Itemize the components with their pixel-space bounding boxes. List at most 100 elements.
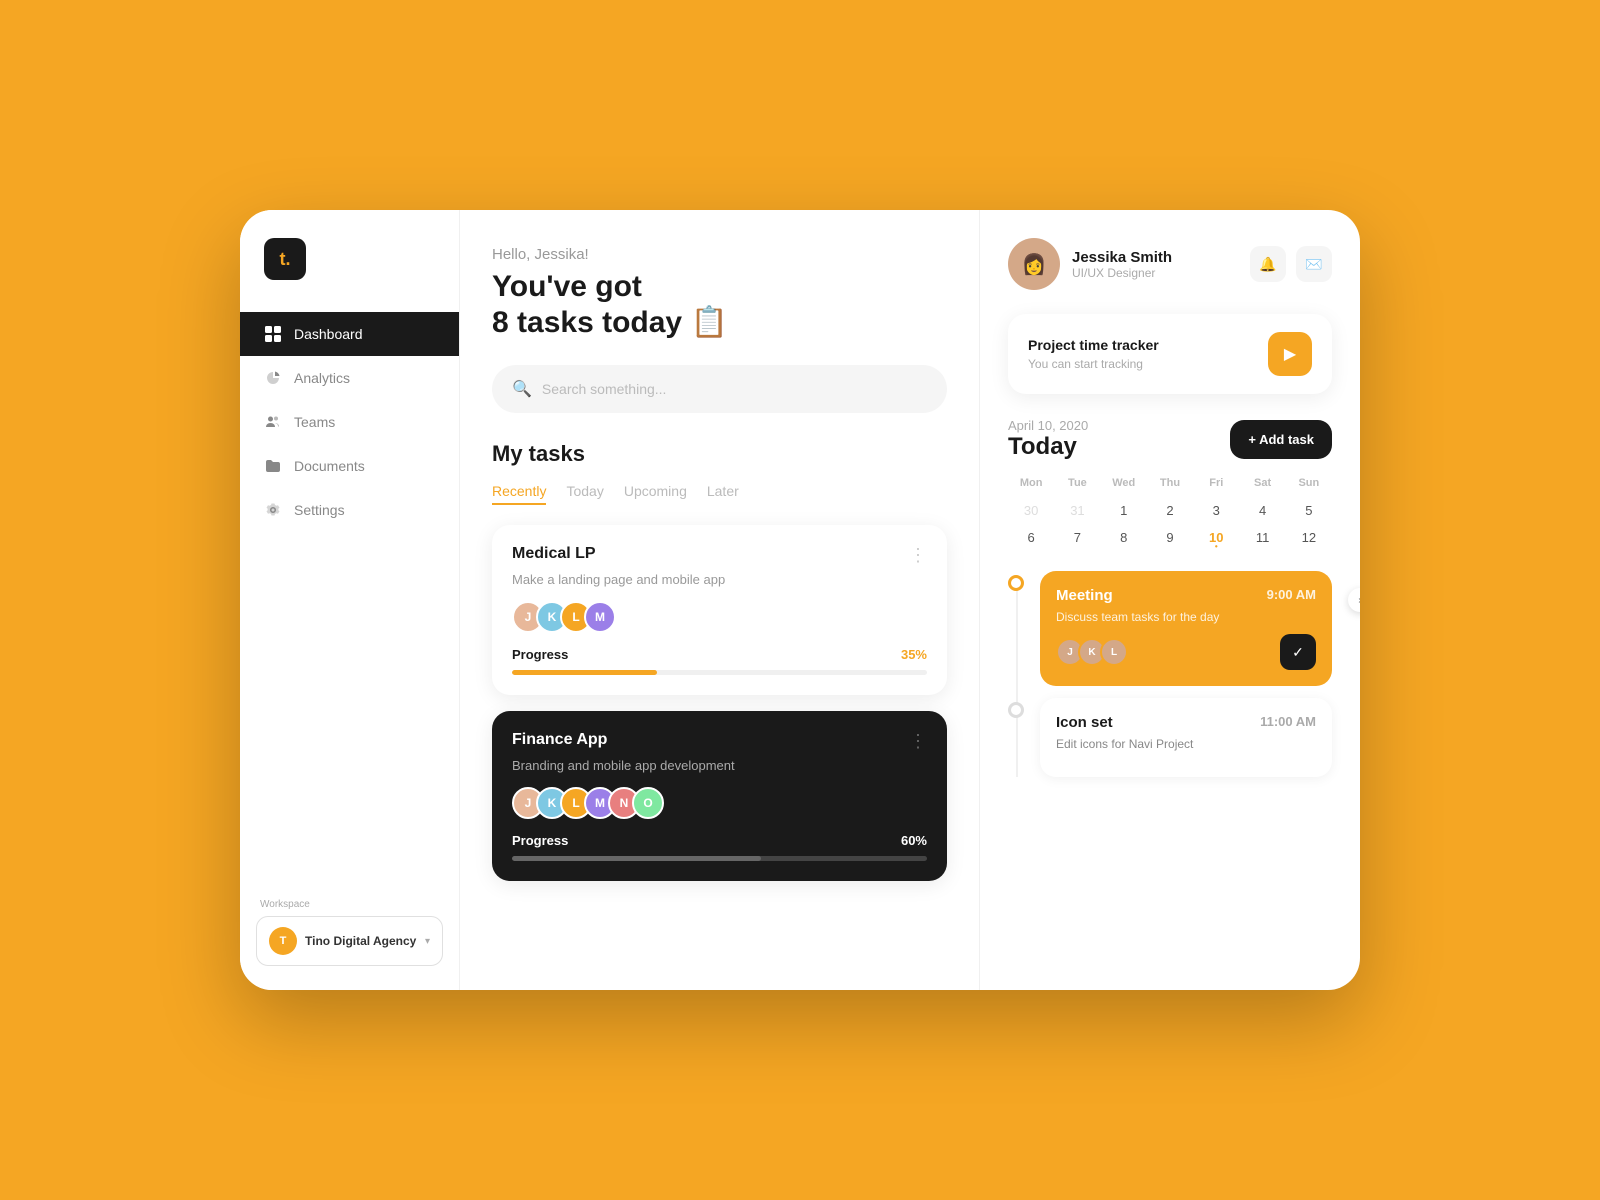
tasks-tabs: Recently Today Upcoming Later [492, 483, 947, 505]
event-desc-iconset: Edit icons for Navi Project [1056, 737, 1316, 751]
sidebar-item-label-documents: Documents [294, 458, 365, 474]
avatar: O [632, 787, 664, 819]
greeting-text: Hello, Jessika! [492, 246, 947, 263]
workspace-section: Workspace T Tino Digital Agency ▾ [240, 899, 459, 966]
task-avatars-medical: J K L M [512, 601, 927, 633]
user-name: Jessika Smith [1072, 249, 1238, 266]
calendar-header: Mon Tue Wed Thu Fri Sat Sun [1008, 477, 1332, 489]
cal-day-10[interactable]: 10 [1193, 524, 1239, 551]
cal-day-11[interactable]: 11 [1239, 524, 1285, 551]
task-card-medical: Medical LP ⋮ Make a landing page and mob… [492, 525, 947, 695]
user-avatar: 👩 [1008, 238, 1060, 290]
task-options-medical[interactable]: ⋮ [909, 545, 927, 566]
tab-later[interactable]: Later [707, 483, 739, 505]
event-time-meeting: 9:00 AM [1267, 587, 1316, 604]
gear-icon [264, 501, 282, 519]
sidebar-item-teams[interactable]: Teams [240, 400, 459, 444]
cal-day-31[interactable]: 31 [1054, 497, 1100, 524]
progress-label-finance: Progress [512, 833, 568, 848]
task-desc-medical: Make a landing page and mobile app [512, 572, 927, 587]
headline-text: You've got 8 tasks today 📋 [492, 269, 728, 341]
cal-day-30[interactable]: 30 [1008, 497, 1054, 524]
tab-upcoming[interactable]: Upcoming [624, 483, 687, 505]
progress-label-medical: Progress [512, 647, 568, 662]
workspace-avatar: T [269, 927, 297, 955]
task-card-finance: Finance App ⋮ Branding and mobile app de… [492, 711, 947, 881]
workspace-name: Tino Digital Agency [305, 934, 417, 948]
sidebar-item-dashboard[interactable]: Dashboard [240, 312, 459, 356]
time-tracker-card: Project time tracker You can start track… [1008, 314, 1332, 394]
cal-header-wed: Wed [1101, 477, 1147, 489]
user-info: 👩 Jessika Smith UI/UX Designer 🔔 ✉️ [1008, 238, 1332, 290]
cal-day-2[interactable]: 2 [1147, 497, 1193, 524]
check-button-meeting[interactable]: ✓ [1280, 634, 1316, 670]
task-desc-finance: Branding and mobile app development [512, 758, 927, 773]
content-area: Hello, Jessika! You've got 8 tasks today… [460, 210, 1360, 990]
tasks-section-title: My tasks [492, 441, 947, 467]
avatar: M [584, 601, 616, 633]
calendar: Mon Tue Wed Thu Fri Sat Sun 30 31 1 2 3 [1008, 477, 1332, 551]
tracker-title: Project time tracker [1028, 337, 1159, 353]
sidebar-item-documents[interactable]: Documents [240, 444, 459, 488]
cal-day-4[interactable]: 4 [1239, 497, 1285, 524]
workspace-label: Workspace [256, 899, 443, 910]
cal-header-sat: Sat [1239, 477, 1285, 489]
cal-day-1[interactable]: 1 [1101, 497, 1147, 524]
cal-day-12[interactable]: 12 [1286, 524, 1332, 551]
progress-bar-finance [512, 856, 927, 861]
search-input[interactable]: Search something... [542, 381, 667, 397]
event-name-meeting: Meeting [1056, 587, 1113, 604]
task-options-finance[interactable]: ⋮ [909, 731, 927, 752]
schedule-dot-iconset [1008, 702, 1024, 718]
date-info: April 10, 2020 Today [1008, 418, 1088, 461]
logo-area: t. [240, 238, 459, 312]
progress-fill-medical [512, 670, 657, 675]
cal-day-3[interactable]: 3 [1193, 497, 1239, 524]
search-icon: 🔍 [512, 379, 532, 399]
task-name-medical: Medical LP [512, 545, 596, 563]
search-bar[interactable]: 🔍 Search something... [492, 365, 947, 413]
app-logo: t. [264, 238, 306, 280]
schedule: Meeting 9:00 AM Discuss team tasks for t… [1008, 571, 1332, 777]
cal-day-8[interactable]: 8 [1101, 524, 1147, 551]
folder-icon [264, 457, 282, 475]
app-window: t. Dashboard Analytics [240, 210, 1360, 990]
sidebar-item-settings[interactable]: Settings [240, 488, 459, 532]
grid-icon [264, 325, 282, 343]
tab-today[interactable]: Today [566, 483, 603, 505]
play-button[interactable]: ▶ [1268, 332, 1312, 376]
cal-day-6[interactable]: 6 [1008, 524, 1054, 551]
sidebar-item-analytics[interactable]: Analytics [240, 356, 459, 400]
cal-day-9[interactable]: 9 [1147, 524, 1193, 551]
schedule-item-iconset: Icon set 11:00 AM Edit icons for Navi Pr… [1008, 698, 1332, 777]
event-avatar: L [1100, 638, 1128, 666]
sidebar: t. Dashboard Analytics [240, 210, 460, 990]
add-task-button[interactable]: + Add task [1230, 420, 1332, 459]
user-details: Jessika Smith UI/UX Designer [1072, 249, 1238, 280]
cal-header-sun: Sun [1286, 477, 1332, 489]
tracker-info: Project time tracker You can start track… [1028, 337, 1159, 371]
notifications-button[interactable]: 🔔 [1250, 246, 1286, 282]
progress-pct-finance: 60% [901, 833, 927, 848]
main-content: Hello, Jessika! You've got 8 tasks today… [460, 210, 1360, 990]
scroll-next-icon[interactable]: › [1348, 588, 1360, 612]
tracker-subtitle: You can start tracking [1028, 357, 1159, 371]
headline: You've got 8 tasks today 📋 [492, 269, 947, 341]
event-card-iconset: Icon set 11:00 AM Edit icons for Navi Pr… [1040, 698, 1332, 777]
date-label: April 10, 2020 [1008, 418, 1088, 433]
schedule-item-meeting: Meeting 9:00 AM Discuss team tasks for t… [1008, 571, 1332, 686]
tab-recently[interactable]: Recently [492, 483, 546, 505]
cal-header-tue: Tue [1054, 477, 1100, 489]
cal-day-7[interactable]: 7 [1054, 524, 1100, 551]
workspace-selector[interactable]: T Tino Digital Agency ▾ [256, 916, 443, 966]
cal-day-5[interactable]: 5 [1286, 497, 1332, 524]
cal-header-mon: Mon [1008, 477, 1054, 489]
sidebar-item-label-settings: Settings [294, 502, 345, 518]
cal-header-thu: Thu [1147, 477, 1193, 489]
messages-button[interactable]: ✉️ [1296, 246, 1332, 282]
pie-icon [264, 369, 282, 387]
event-time-iconset: 11:00 AM [1260, 714, 1316, 731]
progress-bar-medical [512, 670, 927, 675]
left-panel: Hello, Jessika! You've got 8 tasks today… [460, 210, 980, 990]
right-panel: 👩 Jessika Smith UI/UX Designer 🔔 ✉️ Proj… [980, 210, 1360, 990]
